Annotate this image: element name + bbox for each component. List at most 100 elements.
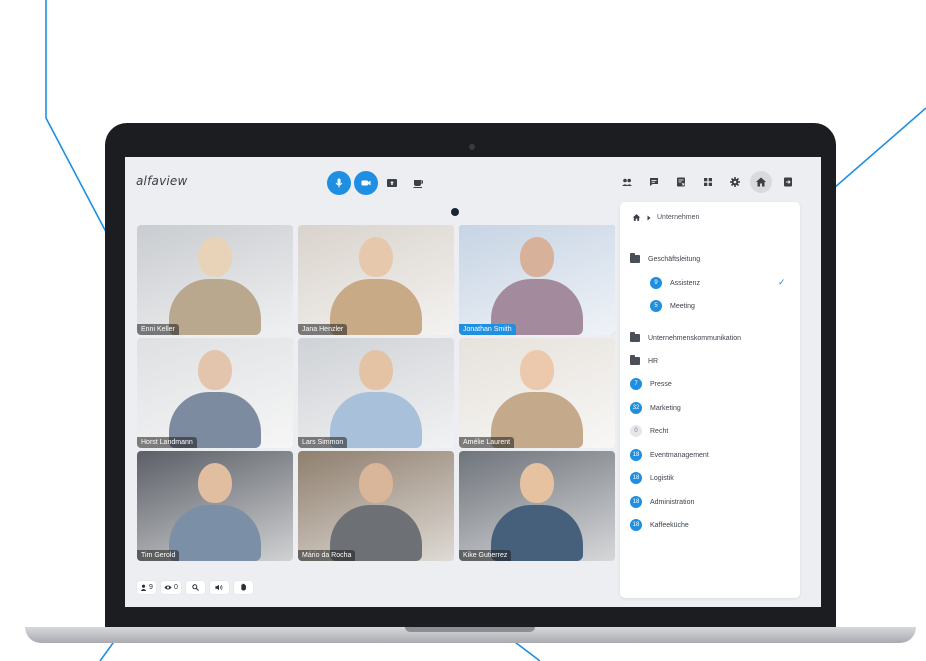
screen-share-button[interactable] [384, 175, 400, 191]
participant-name: Mário da Rocha [298, 550, 356, 561]
participants-icon [622, 178, 632, 186]
speaker-chip[interactable] [209, 580, 229, 594]
room-item[interactable]: 7 Presse [630, 376, 672, 392]
video-tile[interactable]: Tim Gerold [137, 451, 293, 561]
participant-name: Amélie Laurent [459, 437, 515, 448]
home-button[interactable] [750, 171, 772, 193]
room-label: Meeting [670, 302, 695, 310]
video-tile[interactable]: Jana Henzler [298, 225, 454, 335]
participants-count-chip[interactable]: 9 [137, 580, 156, 594]
room-label: HR [648, 357, 659, 365]
participant-head [520, 350, 554, 390]
status-bar: 9 0 [137, 580, 253, 594]
viewers-count: 0 [174, 583, 178, 591]
microphone-button[interactable] [327, 171, 351, 195]
breadcrumb: Unternehmen [632, 213, 699, 222]
speaker-icon [215, 584, 223, 590]
room-label: Unternehmenskommunikation [648, 334, 741, 342]
room-folder[interactable]: Geschäftsleitung [630, 251, 700, 267]
coffee-break-icon [413, 180, 423, 188]
room-label: Kaffeeküche [650, 521, 689, 529]
participant-head [198, 463, 232, 503]
participant-head [359, 463, 393, 503]
room-count-badge: 18 [630, 519, 642, 531]
room-count-badge: 32 [630, 402, 642, 414]
participant-head [198, 237, 232, 277]
video-tile[interactable]: Mário da Rocha [298, 451, 454, 561]
files-button[interactable] [672, 173, 690, 191]
exit-icon [784, 177, 792, 187]
room-item[interactable]: 18 Administration [630, 494, 694, 510]
laptop-base [25, 627, 916, 643]
zoom-chip[interactable] [185, 580, 205, 594]
room-count-badge: 0 [630, 425, 642, 437]
home-icon[interactable] [632, 213, 641, 222]
participant-name: Tim Gerold [137, 550, 180, 561]
app-logo: alfaview [136, 174, 188, 188]
room-item[interactable]: 5 Meeting [650, 298, 695, 314]
video-tile[interactable]: Horst Landmann [137, 338, 293, 448]
participants-count: 9 [149, 583, 153, 591]
room-panel: Unternehmen Geschäftsleitung 9 Assistenz 5 M… [620, 202, 800, 598]
exit-button[interactable] [779, 173, 797, 191]
settings-button[interactable] [726, 173, 744, 191]
room-label: Presse [650, 380, 672, 388]
room-count-badge: 9 [650, 277, 662, 289]
room-item[interactable]: 32 Marketing [630, 400, 681, 416]
folder-icon [630, 253, 640, 263]
folder-icon [630, 332, 640, 342]
breadcrumb-current[interactable]: Unternehmen [657, 214, 699, 221]
participants-icon [140, 584, 147, 591]
eye-icon [164, 585, 172, 589]
room-count-badge: 18 [630, 496, 642, 508]
stage-indicator [451, 208, 459, 216]
participant-name: Kike Gutierrez [459, 550, 512, 561]
room-label: Geschäftsleitung [648, 255, 701, 263]
participants-button[interactable] [618, 173, 636, 191]
room-item[interactable]: 9 Assistenz [650, 275, 700, 291]
room-item[interactable]: 18 Kaffeeküche [630, 517, 689, 533]
chevron-right-icon [647, 215, 651, 220]
camera-icon [361, 180, 371, 186]
participant-name: Jana Henzler [298, 324, 348, 335]
screen-share-icon [387, 179, 397, 187]
room-count-badge: 18 [630, 472, 642, 484]
room-item[interactable]: 0 Recht [630, 423, 668, 439]
participant-name: Enni Keller [137, 324, 179, 335]
laptop: alfaview Enni Keller Jana Henzler Jonath… [25, 123, 916, 643]
room-label: Logistik [650, 474, 674, 482]
room-folder[interactable]: HR [630, 353, 658, 369]
chat-button[interactable] [645, 173, 663, 191]
video-tile[interactable]: Lars Simmon [298, 338, 454, 448]
app-screen: alfaview Enni Keller Jana Henzler Jonath… [125, 157, 821, 607]
participant-head [520, 237, 554, 277]
raise-hand-chip[interactable] [233, 580, 253, 594]
participant-head [359, 237, 393, 277]
video-tile[interactable]: Enni Keller [137, 225, 293, 335]
participant-name: Lars Simmon [298, 437, 348, 448]
room-count-badge: 18 [630, 449, 642, 461]
room-label: Marketing [650, 404, 681, 412]
webcam [469, 144, 475, 150]
video-grid: Enni Keller Jana Henzler Jonathan Smith Hor… [137, 225, 615, 561]
video-tile[interactable]: Amélie Laurent [459, 338, 615, 448]
apps-icon [704, 178, 712, 186]
hand-icon [241, 583, 246, 591]
viewers-count-chip[interactable]: 0 [161, 580, 181, 594]
files-icon [677, 177, 685, 187]
apps-button[interactable] [699, 173, 717, 191]
room-item[interactable]: 18 Eventmanagement [630, 447, 709, 463]
video-tile[interactable]: Jonathan Smith [459, 225, 615, 335]
microphone-icon [335, 178, 343, 188]
room-item[interactable]: 18 Logistik [630, 470, 674, 486]
video-tile[interactable]: Kike Gutierrez [459, 451, 615, 561]
participant-name: Horst Landmann [137, 437, 197, 448]
coffee-break-button[interactable] [410, 175, 426, 191]
participant-head [359, 350, 393, 390]
zoom-icon [192, 583, 199, 591]
checkmark-icon: ✓ [778, 277, 786, 287]
camera-button[interactable] [354, 171, 378, 195]
room-folder[interactable]: Unternehmenskommunikation [630, 330, 741, 346]
home-icon [756, 177, 766, 187]
top-toolbar: alfaview [125, 157, 821, 202]
